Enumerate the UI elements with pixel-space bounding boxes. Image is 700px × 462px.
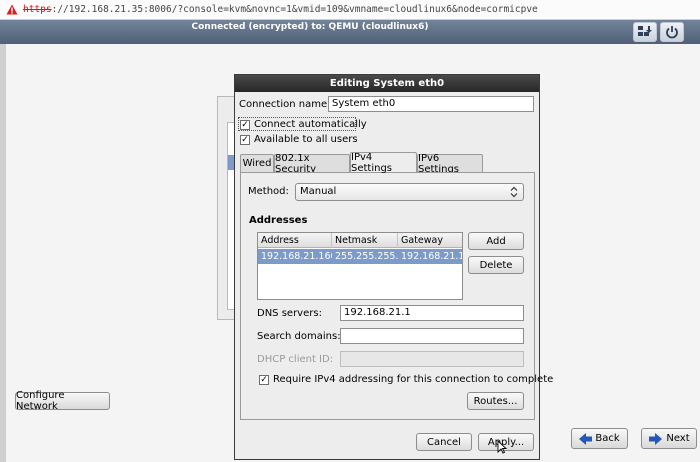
vnc-status-bar: Connected (encrypted) to: QEMU (cloudlin… (0, 20, 700, 44)
editing-connection-dialog: Editing System eth0 Connection name: Sys… (234, 74, 553, 460)
add-button[interactable]: Add (468, 232, 524, 250)
column-header-gateway[interactable]: Gateway (398, 233, 462, 248)
back-label: Back (595, 433, 620, 444)
column-header-netmask[interactable]: Netmask (332, 233, 398, 248)
power-icon (666, 26, 678, 39)
arrow-right-icon (649, 432, 663, 445)
netmask-cell[interactable]: 255.255.255.0 (332, 249, 398, 264)
next-label: Next (666, 433, 690, 444)
add-label: Add (486, 235, 506, 247)
browser-url-bar[interactable]: https://192.168.21.35:8006/?console=kvm&… (0, 0, 700, 20)
send-keys-button[interactable] (633, 22, 657, 42)
column-header-address[interactable]: Address (258, 233, 332, 248)
tab-802-1x-security[interactable]: 802.1x Security (274, 153, 350, 175)
require-ipv4-label: Require IPv4 addressing for this connect… (273, 374, 554, 385)
dhcp-client-id-field[interactable] (340, 351, 524, 367)
delete-button[interactable]: Delete (468, 256, 524, 274)
tab-ipv4-settings-label: IPv4 Settings (351, 151, 393, 174)
security-warning-icon (6, 4, 18, 15)
next-button[interactable]: Next (641, 428, 697, 449)
connection-name-label: Connection name: (239, 99, 331, 110)
search-domains-label: Search domains: (257, 331, 341, 342)
keyboard-send-icon (638, 26, 652, 36)
address-cell[interactable]: 192.168.21.160 (258, 249, 332, 264)
routes-button[interactable]: Routes... (467, 392, 524, 410)
dhcp-client-id-label: DHCP client ID: (257, 354, 334, 365)
dns-servers-label: DNS servers: (257, 308, 322, 319)
power-button[interactable] (660, 22, 684, 42)
url-text: ://192.168.21.35:8006/?console=kvm&novnc… (51, 4, 538, 15)
method-select[interactable]: Manual (295, 183, 524, 201)
console-left-edge (0, 44, 6, 462)
tab-wired[interactable]: Wired (240, 154, 274, 172)
vnc-status-text: Connected (encrypted) to: QEMU (cloudlin… (191, 22, 429, 32)
url-scheme: https (23, 4, 52, 15)
cancel-button[interactable]: Cancel (416, 433, 472, 451)
available-all-users-checkbox[interactable]: ✓ (240, 135, 250, 145)
tab-ipv6-settings[interactable]: IPv6 Settings (417, 153, 483, 175)
dns-servers-field[interactable]: 192.168.21.1 (340, 305, 524, 321)
configure-network-label: Configure Network (16, 390, 65, 412)
mouse-cursor-icon (497, 440, 507, 454)
available-all-users-label: Available to all users (254, 134, 358, 145)
chevron-up-down-icon (510, 186, 518, 198)
table-row[interactable]: 192.168.21.160 255.255.255.0 192.168.21.… (258, 249, 462, 264)
delete-label: Delete (479, 259, 513, 271)
routes-label: Routes... (473, 395, 518, 407)
connection-name-field[interactable]: System eth0 (328, 96, 534, 112)
connect-automatically-checkbox[interactable]: ✓ (240, 120, 250, 130)
search-domains-field[interactable] (340, 328, 524, 344)
method-label: Method: (248, 186, 289, 197)
tab-ipv4-settings[interactable]: IPv4 Settings (350, 151, 417, 174)
gateway-cell[interactable]: 192.168.21.1 (398, 249, 462, 264)
arrow-left-icon (579, 432, 593, 445)
cancel-label: Cancel (427, 436, 461, 448)
addresses-table-header: Address Netmask Gateway (258, 233, 462, 248)
tab-wired-label: Wired (242, 158, 272, 169)
configure-network-button[interactable]: Configure Network (15, 390, 110, 412)
method-selected-value: Manual (300, 186, 337, 197)
dialog-title: Editing System eth0 (235, 75, 539, 92)
back-button[interactable]: Back (571, 428, 628, 449)
connect-automatically-label: Connect automatically (254, 119, 367, 130)
require-ipv4-checkbox[interactable]: ✓ (259, 375, 269, 385)
addresses-table[interactable]: Address Netmask Gateway 192.168.21.160 2… (257, 232, 463, 300)
addresses-heading: Addresses (249, 215, 308, 226)
